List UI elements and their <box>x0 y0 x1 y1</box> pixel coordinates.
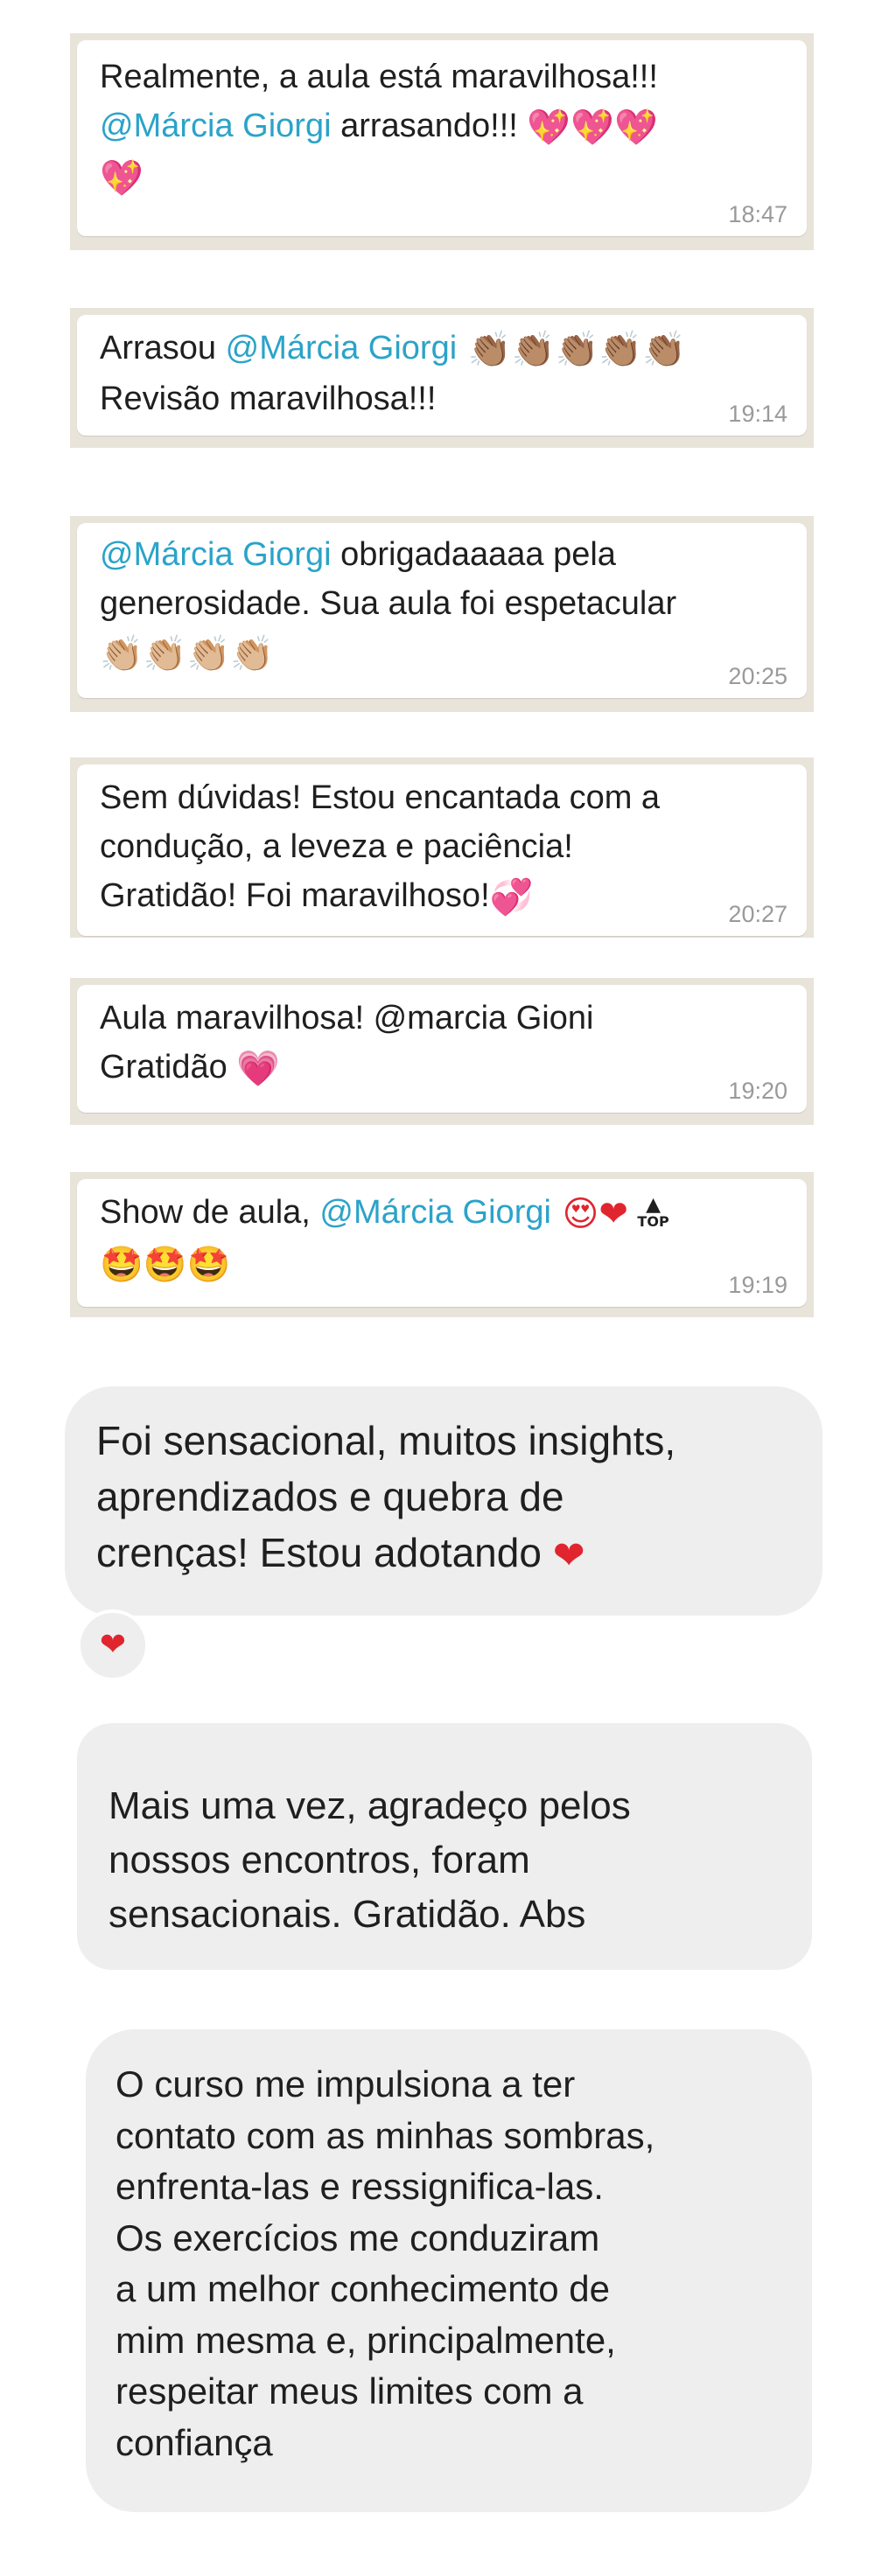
message-bubble[interactable]: Show de aula, @Márcia Giorgi 😍❤ ▲ TOP 🤩🤩🤩… <box>77 1179 807 1307</box>
message-text: @Márcia Giorgi obrigadaaaaa pela <box>100 536 616 573</box>
message-text: Arrasou @Márcia Giorgi 👏🏽👏🏽👏🏽👏🏽👏🏽 <box>100 329 686 370</box>
chat-message-card: Aula maravilhosa! @marcia Gioni Gratidão… <box>70 978 814 1125</box>
message-timestamp: 20:27 <box>728 901 788 927</box>
message-text: 🤩🤩🤩 <box>100 1239 782 1289</box>
growing-heart-icon: 💗 <box>236 1048 281 1089</box>
message-text: Os exercícios me conduziram <box>116 2216 600 2258</box>
message-timestamp: 19:14 <box>728 401 788 427</box>
clapping-hands-icon: 👏🏼👏🏼👏🏼👏🏼 <box>100 633 275 674</box>
message-text: Gratidão 💗 <box>100 1048 281 1089</box>
message-text: Foi sensacional, muitos insights, <box>96 1418 676 1463</box>
message-text: contato com as minhas sombras, <box>116 2114 655 2156</box>
red-heart-icon: ❤ <box>99 1627 127 1663</box>
clapping-hands-icon: 👏🏽👏🏽👏🏽👏🏽👏🏽 <box>457 329 686 370</box>
star-struck-icon: 🤩🤩🤩 <box>100 1244 231 1285</box>
mention-link[interactable]: @Márcia Giorgi <box>319 1194 551 1231</box>
sparkling-heart-icon: 💖💖💖 <box>527 107 658 148</box>
message-text: Mais uma vez, agradeço pelos <box>108 1784 631 1827</box>
message-text: enfrenta-las e ressignifica-las. <box>116 2166 604 2207</box>
message-text: O curso me impulsiona a ter <box>116 2063 576 2105</box>
message-bubble[interactable]: Arrasou @Márcia Giorgi 👏🏽👏🏽👏🏽👏🏽👏🏽 Revisã… <box>77 315 807 436</box>
message-text: a um melhor conhecimento de <box>116 2268 610 2309</box>
message-text: Sem dúvidas! Estou encantada com a <box>100 779 661 816</box>
message-text: nossos encontros, foram <box>108 1839 530 1881</box>
red-heart-icon: ❤ <box>552 1532 585 1578</box>
chat-message-card: Arrasou @Márcia Giorgi 👏🏽👏🏽👏🏽👏🏽👏🏽 Revisã… <box>70 308 814 448</box>
message-timestamp: 20:25 <box>728 663 788 689</box>
reaction-badge[interactable]: ❤ <box>77 1609 149 1681</box>
message-text: respeitar meus limites com a <box>116 2370 584 2412</box>
message-text: Gratidão! Foi maravilhoso!💞 <box>100 876 534 918</box>
message-bubble[interactable]: Foi sensacional, muitos insights, aprend… <box>65 1386 822 1616</box>
chat-message-card: Show de aula, @Márcia Giorgi 😍❤ ▲ TOP 🤩🤩🤩… <box>70 1172 814 1317</box>
sparkling-heart-icon: 💖 <box>100 157 144 199</box>
message-timestamp: 19:20 <box>728 1078 788 1104</box>
message-text: Realmente, a aula está maravilhosa!!! <box>100 59 658 95</box>
message-text: sensacionais. Gratidão. Abs <box>108 1893 586 1936</box>
chat-message-card: @Márcia Giorgi obrigadaaaaa pela generos… <box>70 516 814 712</box>
mention-link[interactable]: @Márcia Giorgi <box>226 330 458 367</box>
message-text: 👏🏼👏🏼👏🏼👏🏼 <box>100 628 782 679</box>
revolving-hearts-icon: 💞 <box>489 876 534 918</box>
message-text: crenças! Estou adotando ❤ <box>96 1530 585 1578</box>
message-bubble[interactable]: Sem dúvidas! Estou encantada com a condu… <box>77 764 807 936</box>
message-text: Aula maravilhosa! @marcia Gioni <box>100 1000 594 1037</box>
message-timestamp: 19:19 <box>728 1272 788 1298</box>
message-text: Show de aula, @Márcia Giorgi 😍❤ ▲ TOP <box>100 1193 669 1234</box>
message-text: generosidade. Sua aula foi espetacular <box>100 585 677 622</box>
message-text: aprendizados e quebra de <box>96 1474 564 1519</box>
mention-link[interactable]: @Márcia Giorgi <box>100 536 332 573</box>
message-bubble[interactable]: Realmente, a aula está maravilhosa!!! @M… <box>77 40 807 236</box>
message-text: confiança <box>116 2421 273 2463</box>
message-text: @Márcia Giorgi arrasando!!! 💖💖💖 <box>100 107 658 148</box>
message-text: condução, a leveza e paciência! <box>100 828 573 865</box>
heart-eyes-icon: 😍❤ <box>550 1193 628 1234</box>
message-text: 💖 <box>100 152 782 203</box>
top-arrow-icon: ▲ TOP <box>637 1194 669 1231</box>
message-bubble[interactable]: O curso me impulsiona a ter contato com … <box>86 2029 812 2512</box>
message-text: mim mesma e, principalmente, <box>116 2319 616 2361</box>
message-timestamp: 18:47 <box>728 201 788 227</box>
message-text: Revisão maravilhosa!!! <box>100 380 437 417</box>
message-bubble[interactable]: Mais uma vez, agradeço pelos nossos enco… <box>77 1723 812 1970</box>
mention-link[interactable]: @Márcia Giorgi <box>100 108 332 144</box>
chat-message-card: Realmente, a aula está maravilhosa!!! @M… <box>70 33 814 250</box>
message-bubble[interactable]: Aula maravilhosa! @marcia Gioni Gratidão… <box>77 985 807 1113</box>
chat-message-card: Sem dúvidas! Estou encantada com a condu… <box>70 757 814 938</box>
message-bubble[interactable]: @Márcia Giorgi obrigadaaaaa pela generos… <box>77 523 807 698</box>
